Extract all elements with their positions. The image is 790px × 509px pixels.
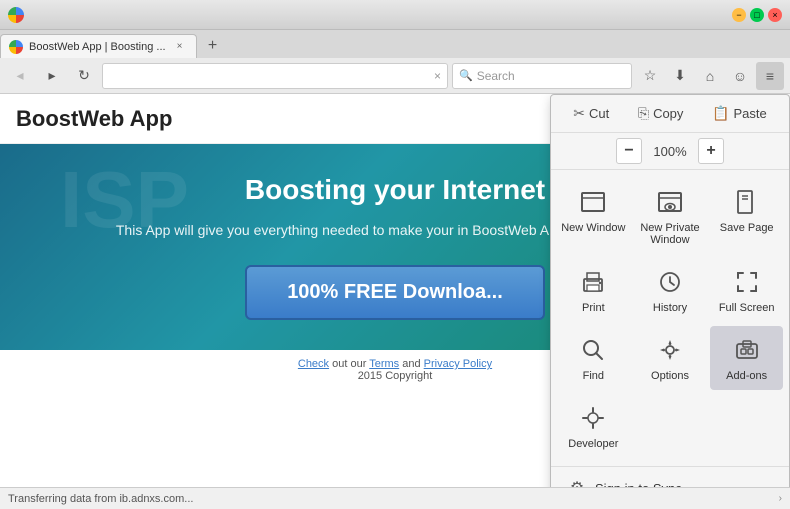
tab-close-button[interactable]: × [172,39,188,55]
new-window-icon [577,186,609,218]
title-bar: − □ × [0,0,790,30]
full-screen-icon [731,266,763,298]
tab-favicon [9,40,23,54]
url-bar[interactable]: × [102,63,448,89]
active-tab[interactable]: BoostWeb App | Boosting ... × [0,34,197,58]
add-ons-label: Add-ons [726,370,767,382]
menu-grid: New Window New Private Window Save Page [551,170,789,467]
paste-label: Paste [733,106,766,121]
cut-icon: ✂ [573,105,585,122]
print-icon [577,266,609,298]
menu-item-options[interactable]: Options [634,326,707,390]
site-logo: BoostWeb App [16,106,172,132]
star-button[interactable]: ☆ [636,62,664,90]
search-input-placeholder: Search [477,69,625,83]
search-bar[interactable]: 🔍 Search [452,63,632,89]
cut-label: Cut [589,106,609,121]
full-screen-label: Full Screen [719,302,775,314]
title-bar-left [8,7,24,23]
paste-icon: 📋 [712,105,729,122]
zoom-value: 100% [650,144,690,159]
save-page-label: Save Page [720,222,774,234]
privacy-link[interactable]: Privacy Policy [424,358,492,370]
download-button[interactable]: 100% FREE Downloa... [245,265,545,320]
developer-label: Developer [568,438,618,450]
tab-title: BoostWeb App | Boosting ... [29,41,166,53]
paste-button[interactable]: 📋 Paste [702,101,777,126]
options-icon [654,334,686,366]
forward-button[interactable]: ▸ [38,62,66,90]
url-clear-button[interactable]: × [434,69,441,83]
copy-icon: ⎘ [638,105,649,122]
new-private-window-icon [654,186,686,218]
nav-bar: ◂ ▸ ↻ × 🔍 Search ☆ ⬇ ⌂ ☺ ≡ [0,58,790,94]
find-icon [577,334,609,366]
toolbar-icons: ☆ ⬇ ⌂ ☺ ≡ [636,62,784,90]
status-bar: Transferring data from ib.adnxs.com... › [0,487,790,509]
status-text: Transferring data from ib.adnxs.com... [8,493,193,505]
back-button[interactable]: ◂ [6,62,34,90]
refresh-button[interactable]: ↻ [70,62,98,90]
save-page-icon [731,186,763,218]
new-private-window-label: New Private Window [638,222,703,246]
sign-in-sync-button[interactable]: ⚙ Sign in to Sync [559,471,781,487]
options-label: Options [651,370,689,382]
menu-bottom: ⚙ Sign in to Sync ＋ Customize ? ⏻ [551,467,789,487]
developer-icon [577,402,609,434]
zoom-minus-button[interactable]: − [616,138,642,164]
history-icon [654,266,686,298]
find-label: Find [583,370,604,382]
check-link[interactable]: Check [298,358,329,370]
maximize-button[interactable]: □ [750,8,764,22]
menu-item-save-page[interactable]: Save Page [710,178,783,254]
menu-item-new-private-window[interactable]: New Private Window [634,178,707,254]
sync-icon: ⚙ [567,478,587,487]
status-right: › [779,493,782,504]
firefox-menu: ✂ Cut ⎘ Copy 📋 Paste − 100% + [550,94,790,487]
copy-label: Copy [653,106,683,121]
main-area: BoostWeb App ISP Boosting your Internet … [0,94,790,487]
menu-item-history[interactable]: History [634,258,707,322]
menu-item-print[interactable]: Print [557,258,630,322]
new-window-label: New Window [561,222,625,234]
copyright-text: 2015 Copyright [358,370,433,382]
history-label: History [653,302,687,314]
zoom-plus-button[interactable]: + [698,138,724,164]
print-label: Print [582,302,605,314]
menu-item-full-screen[interactable]: Full Screen [710,258,783,322]
minimize-button[interactable]: − [732,8,746,22]
menu-item-developer[interactable]: Developer [557,394,630,458]
browser-icon [8,7,24,23]
add-ons-icon [731,334,763,366]
search-icon: 🔍 [459,69,473,82]
close-button[interactable]: × [768,8,782,22]
menu-item-add-ons[interactable]: Add-ons [710,326,783,390]
scroll-indicator: › [779,493,782,504]
download-button[interactable]: ⬇ [666,62,694,90]
menu-button[interactable]: ≡ [756,62,784,90]
menu-item-find[interactable]: Find [557,326,630,390]
menu-edit-row: ✂ Cut ⎘ Copy 📋 Paste [551,95,789,133]
cut-button[interactable]: ✂ Cut [563,101,619,126]
new-tab-button[interactable]: + [201,34,225,58]
sync-button[interactable]: ☺ [726,62,754,90]
sign-in-label: Sign in to Sync [595,481,682,488]
menu-item-new-window[interactable]: New Window [557,178,630,254]
window-controls: − □ × [732,8,782,22]
hero-bg-text: ISP [60,154,189,246]
zoom-row: − 100% + [551,133,789,170]
terms-link[interactable]: Terms [369,358,399,370]
copy-button[interactable]: ⎘ Copy [628,101,694,126]
tab-bar: BoostWeb App | Boosting ... × + [0,30,790,58]
home-button[interactable]: ⌂ [696,62,724,90]
